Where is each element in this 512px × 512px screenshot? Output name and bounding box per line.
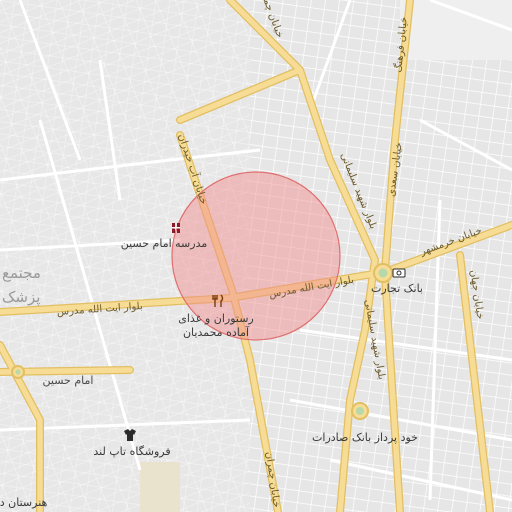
bank-icon[interactable] <box>392 268 406 278</box>
map-canvas[interactable]: بلوار ایت الله مدرس بلوار ایت الله مدرس … <box>0 0 512 512</box>
roundabout-icon <box>11 365 25 379</box>
poi-label-bank-tejarat[interactable]: بانک تجارت <box>371 282 423 295</box>
open-area <box>140 462 180 512</box>
district-label: پزشک <box>2 288 40 307</box>
poi-label-school[interactable]: مدرسه امام حسین <box>121 237 208 250</box>
poi-label-shop[interactable]: فروشگاه تاپ لند <box>93 445 170 458</box>
roundabout-icon <box>351 402 369 420</box>
poi-label-bank-saderat[interactable]: خود پرداز بانک صادرات <box>312 431 418 444</box>
poi-label-restaurant-2[interactable]: آماده محمدیان <box>183 325 250 339</box>
roundabout-icon <box>373 263 393 283</box>
poi-label-school-bottom[interactable]: هنرستان دخ <box>0 496 48 509</box>
road-label-imam-hossein: امام حسین <box>43 374 94 387</box>
poi-label-restaurant-1[interactable]: رستوران و غذای <box>178 312 253 325</box>
map-view[interactable]: بلوار ایت الله مدرس بلوار ایت الله مدرس … <box>0 0 512 512</box>
district-label: مجتمع <box>2 264 41 282</box>
